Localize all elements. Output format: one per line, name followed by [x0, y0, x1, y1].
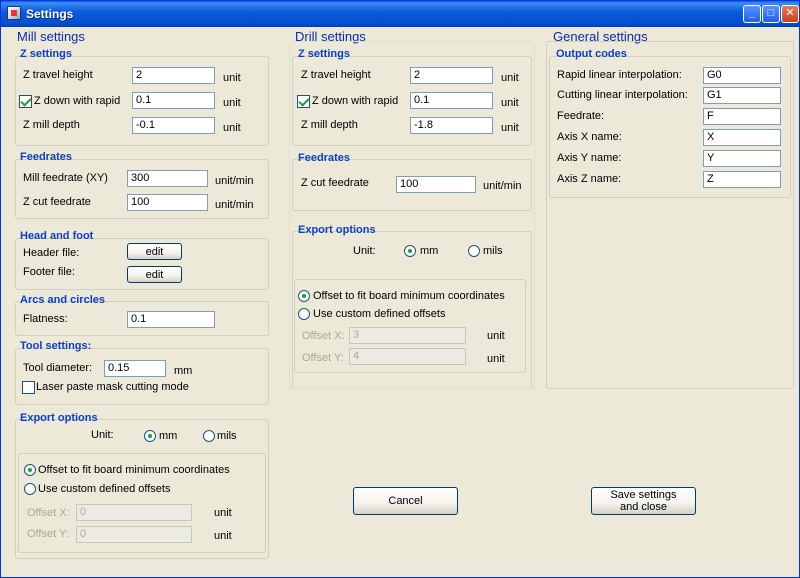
mill-unit-mils-radio[interactable] — [203, 430, 215, 442]
mill-z-settings-title: Z settings — [20, 48, 72, 60]
mill-offset-y-unit: unit — [214, 530, 232, 542]
mill-feedrates-title: Feedrates — [20, 151, 72, 163]
mill-unit-mm-label: mm — [159, 430, 178, 442]
mill-z-travel-label: Z travel height — [23, 69, 93, 81]
mill-unit-mils-label: mils — [217, 430, 237, 442]
cancel-button[interactable]: Cancel — [353, 487, 458, 515]
mill-custom-offset-label: Use custom defined offsets — [38, 483, 171, 495]
save-label-line1: Save settings — [610, 489, 677, 501]
cancel-label: Cancel — [388, 495, 423, 507]
mill-custom-offset-radio[interactable] — [24, 483, 36, 495]
mill-zcut-input[interactable]: 100 — [127, 194, 208, 211]
mill-offset-x-input[interactable]: 0 — [76, 504, 192, 521]
window-title: Settings — [26, 7, 74, 21]
tool-diameter-input[interactable]: 0.15 — [104, 360, 166, 377]
mill-z-travel-input[interactable]: 2 — [132, 67, 215, 84]
maximize-icon: □ — [767, 7, 775, 19]
mill-z-down-input[interactable]: 0.1 — [132, 92, 215, 109]
footer-edit-button[interactable]: edit — [127, 266, 182, 283]
tool-diameter-unit: mm — [174, 365, 193, 377]
minimize-icon: _ — [748, 7, 756, 19]
mill-z-depth-label: Z mill depth — [23, 119, 80, 131]
general-settings-frame — [546, 41, 794, 389]
mill-offset-y-label: Offset Y: — [27, 528, 69, 540]
settings-window: Settings _ □ ✕ Mill settings Z settings … — [0, 0, 800, 578]
footer-edit-label: edit — [145, 268, 164, 281]
mill-z-down-label: Z down with rapid — [34, 95, 121, 107]
mill-z-down-rapid-checkbox[interactable] — [19, 95, 32, 108]
head-foot-title: Head and foot — [20, 230, 94, 242]
mill-offset-x-label: Offset X: — [27, 507, 70, 519]
maximize-button[interactable]: □ — [762, 5, 780, 23]
mill-feedrate-label: Mill feedrate (XY) — [23, 172, 108, 184]
mill-z-down-unit: unit — [223, 97, 241, 109]
laser-paste-label: Laser paste mask cutting mode — [36, 381, 189, 393]
mill-zcut-unit: unit/min — [215, 199, 254, 211]
arcs-title: Arcs and circles — [20, 294, 105, 306]
mill-offset-fit-radio[interactable] — [24, 464, 36, 476]
mill-export-title: Export options — [20, 412, 98, 424]
laser-paste-checkbox[interactable] — [22, 381, 35, 394]
tool-diameter-label: Tool diameter: — [23, 362, 93, 374]
title-bar[interactable]: Settings _ □ ✕ — [1, 1, 799, 27]
flatness-input[interactable]: 0.1 — [127, 311, 215, 328]
close-icon: ✕ — [785, 7, 795, 19]
drill-settings-frame — [289, 41, 535, 389]
mill-z-depth-unit: unit — [223, 122, 241, 134]
mill-unit-label: Unit: — [91, 429, 114, 441]
header-edit-button[interactable]: edit — [127, 243, 182, 260]
mill-z-travel-unit: unit — [223, 72, 241, 84]
close-button[interactable]: ✕ — [781, 5, 799, 23]
mill-z-depth-input[interactable]: -0.1 — [132, 117, 215, 134]
mill-offset-y-input[interactable]: 0 — [76, 526, 192, 543]
mill-offset-x-unit: unit — [214, 507, 232, 519]
tool-settings-title: Tool settings: — [20, 340, 92, 352]
settings-app-icon — [7, 6, 21, 20]
minimize-button[interactable]: _ — [743, 5, 761, 23]
header-edit-label: edit — [145, 245, 164, 258]
mill-feedrate-unit: unit/min — [215, 175, 254, 187]
save-and-close-button[interactable]: Save settings and close — [591, 487, 696, 515]
mill-zcut-label: Z cut feedrate — [23, 196, 91, 208]
mill-settings-title: Mill settings — [17, 29, 85, 44]
mill-feedrate-input[interactable]: 300 — [127, 170, 208, 187]
save-label-line2: and close — [619, 501, 668, 513]
header-file-label: Header file: — [23, 247, 80, 259]
mill-unit-mm-radio[interactable] — [144, 430, 156, 442]
footer-file-label: Footer file: — [23, 266, 75, 278]
flatness-label: Flatness: — [23, 313, 68, 325]
mill-offset-fit-label: Offset to fit board minimum coordinates — [38, 464, 230, 476]
